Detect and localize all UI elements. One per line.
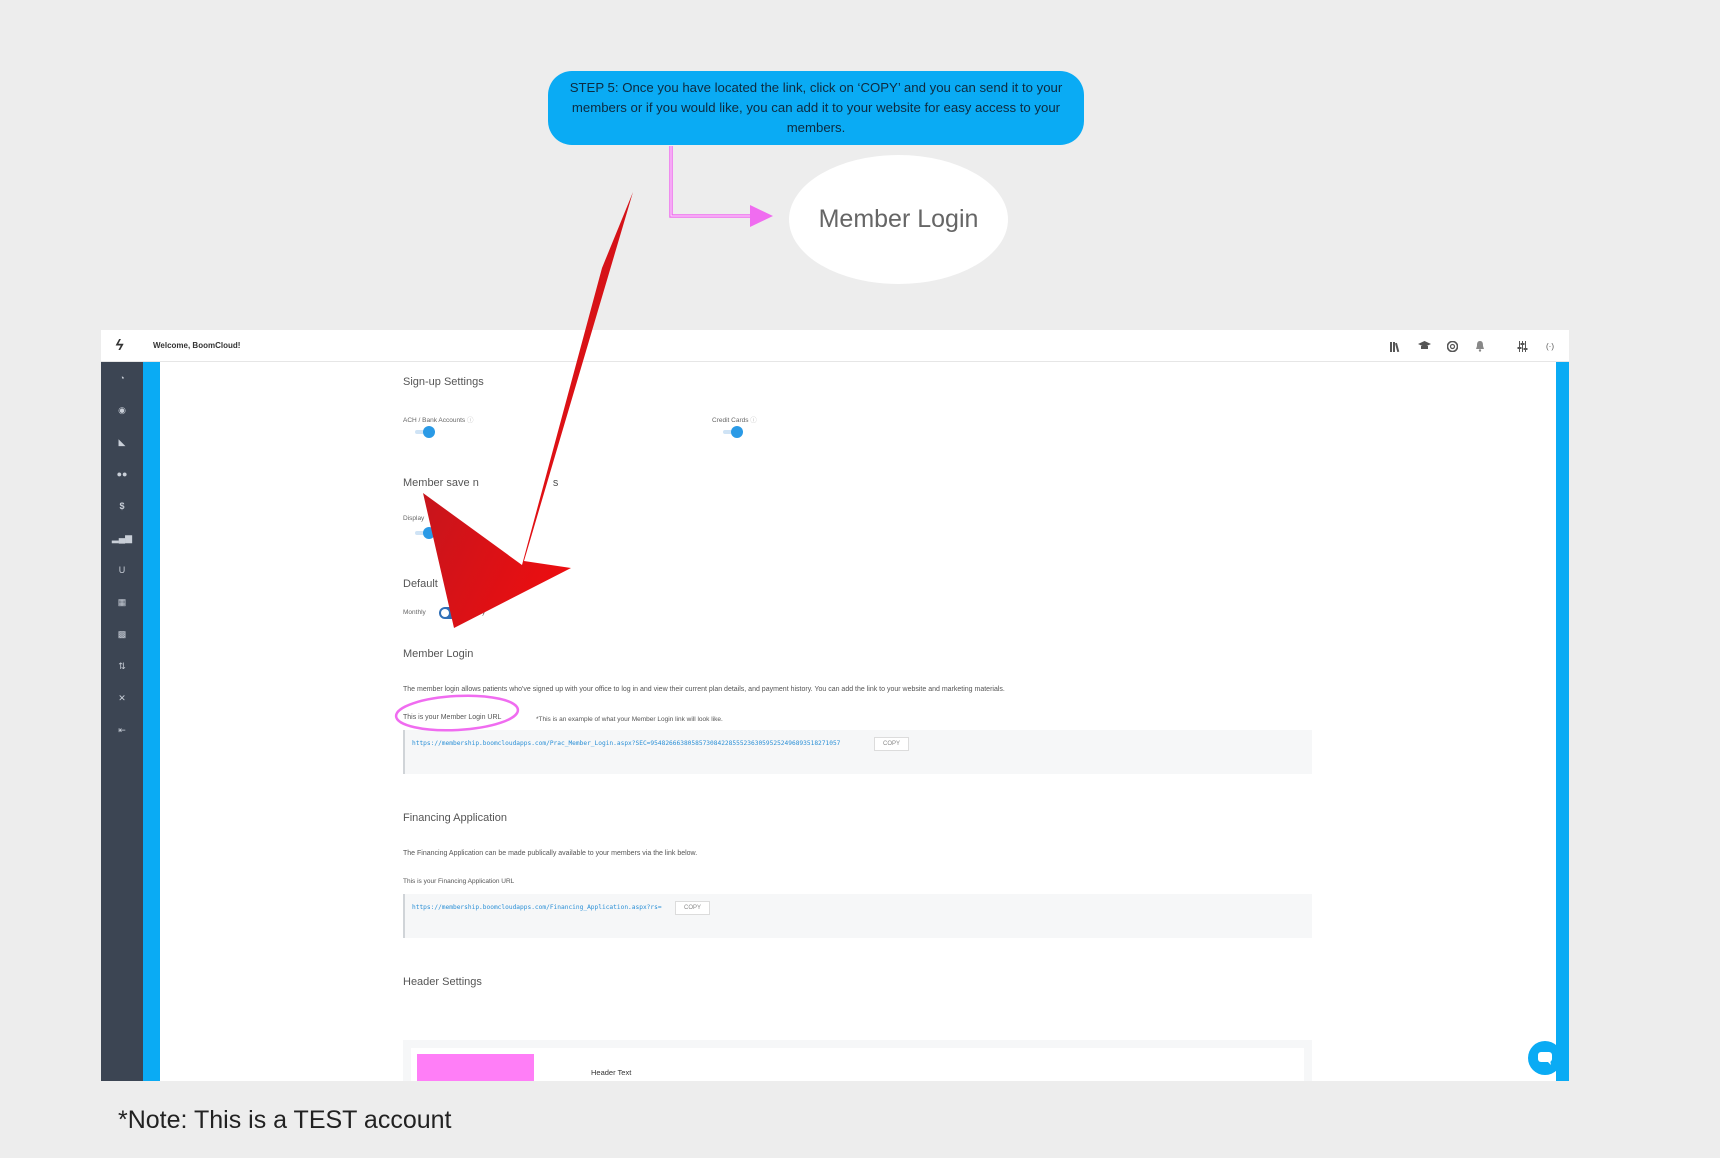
tools-icon[interactable]: ✕ — [101, 682, 143, 714]
member-login-example-note: *This is an example of what your Member … — [536, 716, 723, 723]
member-login-url[interactable]: https://membership.boomcloudapps.com/Pra… — [412, 740, 840, 747]
member-login-title: Member Login — [403, 648, 474, 660]
member-login-description: The member login allows patients who've … — [403, 686, 1005, 693]
magnet-icon[interactable]: U — [101, 554, 143, 586]
ach-toggle[interactable] — [411, 426, 437, 438]
sidebar: ◔ ◉ ◣ ●● $ ▂▄▆ U ▦ ▩ ⇅ ✕ ⇤ — [101, 362, 143, 1081]
member-save-title: Member save ns — [403, 477, 559, 489]
member-login-url-label: This is your Member Login URL — [403, 714, 502, 721]
header-settings-title: Header Settings — [403, 976, 482, 988]
billing-other-label: y — [482, 609, 486, 616]
financing-url-box: https://membership.boomcloudapps.com/Fin… — [403, 894, 1312, 938]
member-login-copy-button[interactable]: COPY — [874, 737, 910, 751]
pink-connector-arrow — [669, 146, 773, 227]
member-login-highlight-label: Member Login — [818, 205, 979, 233]
sort-icon[interactable]: ⇅ — [101, 650, 143, 682]
users-icon[interactable]: ●● — [101, 458, 143, 490]
left-accent-bar — [143, 362, 160, 1081]
library-icon[interactable] — [1389, 339, 1403, 353]
header-preview: Header Text — [411, 1048, 1304, 1081]
default-title: Default — [403, 578, 438, 590]
financing-description: The Financing Application can be made pu… — [403, 850, 698, 857]
app-window: ϟ Welcome, BoomCloud! (·) ◔ ◉ ◣ ●● $ ▂▄▆… — [101, 330, 1569, 1081]
credit-cards-toggle[interactable] — [719, 426, 745, 438]
app-logo[interactable]: ϟ — [101, 330, 138, 362]
ach-label: ACH / Bank Accounts ⓘ — [403, 417, 474, 424]
bell-icon[interactable] — [1473, 339, 1487, 353]
calendar-icon[interactable]: ▦ — [101, 586, 143, 618]
credit-cards-label: Credit Cards ⓘ — [712, 417, 757, 424]
chat-button[interactable] — [1528, 1041, 1562, 1075]
display-label: Display — [403, 515, 425, 522]
chart-down-icon[interactable]: ◣ — [101, 426, 143, 458]
member-login-url-box: https://membership.boomcloudapps.com/Pra… — [403, 730, 1312, 774]
right-accent-bar — [1556, 362, 1569, 1081]
financing-url-label: This is your Financing Application URL — [403, 878, 515, 885]
header-color-swatch[interactable] — [417, 1054, 534, 1081]
top-bar: ϟ Welcome, BoomCloud! (·) — [101, 330, 1569, 362]
sliders-icon[interactable] — [1515, 339, 1529, 353]
chat-icon — [1538, 1051, 1552, 1065]
code-icon[interactable]: (·) — [1543, 339, 1557, 353]
header-text-label: Header Text — [591, 1068, 632, 1077]
display-toggle[interactable] — [411, 527, 437, 539]
top-icon-bar: (·) — [1389, 330, 1557, 362]
settings-content: Sign-up Settings ACH / Bank Accounts ⓘ C… — [160, 362, 1556, 1081]
financing-copy-button[interactable]: COPY — [675, 901, 711, 915]
logout-icon[interactable]: ⇤ — [101, 714, 143, 746]
member-login-highlight: Member Login — [789, 155, 1008, 284]
monthly-label: Monthly — [403, 609, 426, 616]
grid-icon[interactable]: ▩ — [101, 618, 143, 650]
welcome-text: Welcome, BoomCloud! — [153, 341, 241, 350]
compass-icon[interactable]: ◉ — [101, 394, 143, 426]
dashboard-icon[interactable]: ◔ — [101, 362, 143, 394]
header-preview-box: Header Text — [403, 1040, 1312, 1081]
signup-settings-title: Sign-up Settings — [403, 376, 484, 388]
help-icon[interactable] — [1445, 339, 1459, 353]
graduation-cap-icon[interactable] — [1417, 339, 1431, 353]
test-account-note: *Note: This is a TEST account — [118, 1106, 452, 1134]
billing-toggle[interactable] — [439, 607, 463, 619]
dollar-icon[interactable]: $ — [101, 490, 143, 522]
financing-title: Financing Application — [403, 812, 507, 824]
callout-text: STEP 5: Once you have located the link, … — [569, 80, 1063, 135]
bar-chart-icon[interactable]: ▂▄▆ — [101, 522, 143, 554]
financing-url[interactable]: https://membership.boomcloudapps.com/Fin… — [412, 904, 662, 911]
instruction-callout: STEP 5: Once you have located the link, … — [548, 71, 1084, 145]
